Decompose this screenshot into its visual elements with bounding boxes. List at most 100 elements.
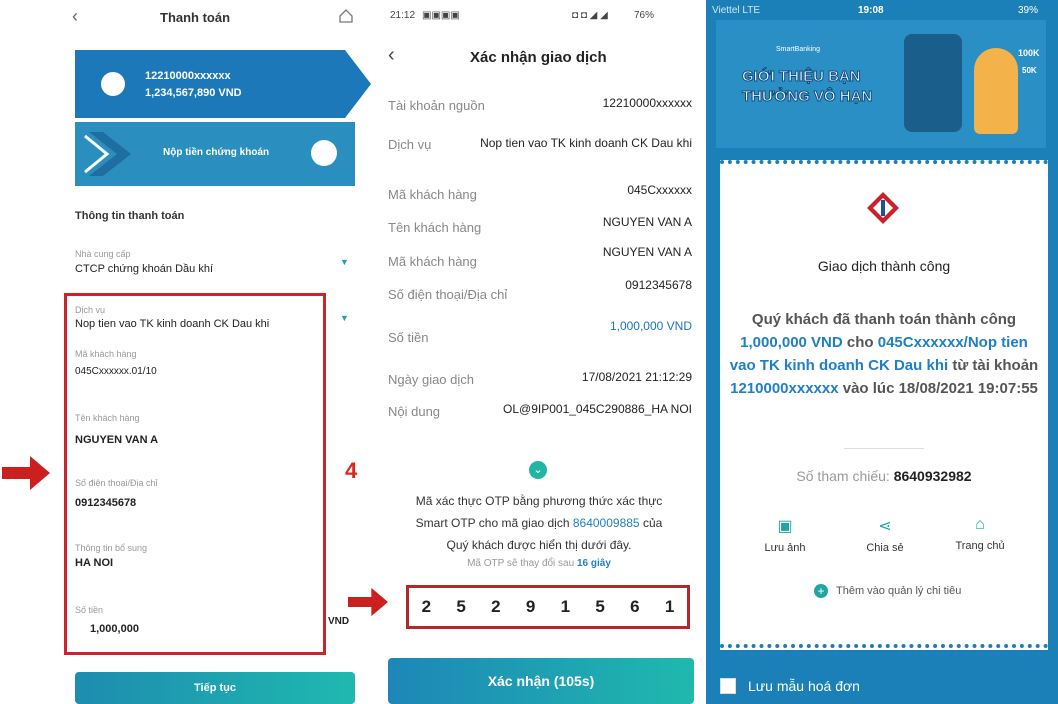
source-account-card[interactable]: 12210000xxxxxx 1,234,567,890 VND xyxy=(75,50,371,118)
user-icon xyxy=(101,72,125,96)
chevron-right-icon xyxy=(84,132,131,176)
row-label: Số tiền xyxy=(388,330,429,345)
save-image-button[interactable]: ▣ Lưu ảnh xyxy=(760,516,810,554)
chevron-down-icon: ▼ xyxy=(340,313,349,323)
back-button[interactable]: ‹ xyxy=(388,44,395,67)
otp-timer: Mã OTP sẽ thay đổi sau 16 giây xyxy=(467,558,611,569)
notification-icons: ▣▣▣▣ xyxy=(422,10,460,21)
phone-value: 0912345678 xyxy=(625,278,692,292)
otp-digit: 1 xyxy=(664,597,675,616)
otp-digit: 5 xyxy=(456,597,466,616)
customer-code-value: 045Cxxxxxx xyxy=(627,183,692,197)
chevron-down-icon[interactable]: ⌄ xyxy=(529,461,547,479)
source-account-value: 12210000xxxxxx xyxy=(602,96,692,110)
bank-logo-icon xyxy=(867,192,899,224)
row-label: Số điện thoại/Địa chỉ xyxy=(388,287,508,302)
customer-code-field[interactable]: 045Cxxxxxx.01/10 xyxy=(75,366,157,377)
person-illustration xyxy=(974,48,1018,134)
customer-name-value-2: NGUYEN VAN A xyxy=(602,245,692,259)
service-field-label: Dịch vụ xyxy=(75,305,106,315)
otp-digits: 2 5 2 9 1 5 6 1 xyxy=(406,585,690,629)
row-label: Nội dung xyxy=(388,404,441,419)
add-expense-link[interactable]: + Thêm vào quản lý chi tiêu xyxy=(814,584,961,598)
row-label: Tài khoản nguồn xyxy=(388,98,485,113)
extra-info-label: Thông tin bổ sung xyxy=(75,543,148,553)
otp-digit: 1 xyxy=(560,597,571,616)
image-icon: ▣ xyxy=(777,518,793,535)
status-time: 19:08 xyxy=(858,5,884,16)
share-icon: ⋖ xyxy=(878,518,892,535)
otp-digit: 5 xyxy=(595,597,605,616)
service-value: Nop tien vao TK kinh doanh CK Dau khi xyxy=(480,136,692,150)
signal-icons: ◘ ◘ ◢ ◢ xyxy=(572,10,608,21)
save-template-row[interactable]: Lưu mẫu hoá đơn xyxy=(706,668,1058,704)
chevron-down-icon: ▼ xyxy=(340,257,349,267)
reference: Số tham chiếu: 8640932982 xyxy=(796,468,972,484)
otp-digit: 2 xyxy=(421,597,432,616)
battery-level: 39% xyxy=(1018,5,1039,16)
service-label: Nộp tiền chứng khoán xyxy=(163,147,270,158)
home-button[interactable]: ⌂ Trang chủ xyxy=(950,516,1010,552)
account-number: 12210000xxxxxx xyxy=(145,70,231,82)
success-message: Quý khách đã thanh toán thành công 1,000… xyxy=(729,311,1039,397)
reward-badge: 50K xyxy=(1022,66,1037,75)
battery-level: 76% xyxy=(634,10,655,21)
service-select[interactable]: Nop tien vao TK kinh doanh CK Dau khi xyxy=(75,318,323,330)
status-time: 21:12 xyxy=(390,10,416,21)
otp-digit: 6 xyxy=(630,597,640,616)
otp-digit: 2 xyxy=(491,597,501,616)
save-template-label: Lưu mẫu hoá đơn xyxy=(748,678,860,694)
paid-time: 18/08/2021 19:07:55 xyxy=(898,380,1038,397)
home-icon[interactable] xyxy=(338,8,354,24)
banner-line-1: GIỚI THIỆU BẠN xyxy=(742,68,862,86)
otp-digit: 9 xyxy=(525,597,536,616)
section-title: Thông tin thanh toán xyxy=(75,210,185,222)
otp-countdown: 16 giây xyxy=(576,558,611,569)
home-icon: ⌂ xyxy=(975,516,985,533)
amount-label: Số tiền xyxy=(75,605,104,615)
paid-amount: 1,000,000 VND xyxy=(740,334,843,351)
back-button[interactable]: ‹ xyxy=(72,6,78,27)
provider-select[interactable]: CTCP chứng khoán Dầu khí xyxy=(75,263,213,275)
perforation xyxy=(720,644,1048,648)
extra-info-field[interactable]: HA NOI xyxy=(75,557,113,569)
amount-field[interactable]: 1,000,000 xyxy=(90,623,139,635)
share-button[interactable]: ⋖ Chia sẻ xyxy=(860,516,910,554)
confirm-button[interactable]: Xác nhận (105s) xyxy=(388,658,694,704)
content-value: OL@9IP001_045C290886_HA NOI xyxy=(503,402,692,416)
page-title: Xác nhận giao dịch xyxy=(470,49,607,66)
otp-message: Mã xác thực OTP bằng phương thức xác thự… xyxy=(374,490,704,556)
continue-button[interactable]: Tiếp tục xyxy=(75,672,355,704)
service-card[interactable]: Nộp tiền chứng khoán xyxy=(75,122,355,186)
row-label: Ngày giao dịch xyxy=(388,372,474,387)
customer-name-field[interactable]: NGUYEN VAN A xyxy=(75,434,158,446)
perforation xyxy=(720,160,1048,164)
account-balance: 1,234,567,890 VND xyxy=(145,87,242,99)
divider xyxy=(844,448,924,449)
currency-unit: VND xyxy=(328,616,350,627)
otp-line-2: Smart OTP cho mã giao dịch 8640009885 củ… xyxy=(415,516,663,530)
checkbox[interactable] xyxy=(720,678,736,694)
row-label: Dịch vụ xyxy=(388,137,432,152)
reward-badge: 100K xyxy=(1018,48,1040,58)
phone-label: Số điện thoại/Địa chỉ xyxy=(75,478,158,488)
page-title: Thanh toán xyxy=(160,10,231,25)
carrier: Viettel LTE xyxy=(712,5,760,16)
row-label: Tên khách hàng xyxy=(388,220,482,235)
customer-name-label: Tên khách hàng xyxy=(75,413,140,423)
promo-banner[interactable]: SmartBanking GIỚI THIỆU BẠN THƯỞNG VÔ HẠ… xyxy=(716,20,1046,148)
phone-field[interactable]: 0912345678 xyxy=(75,497,136,509)
plus-icon: + xyxy=(814,584,828,598)
row-label: Mã khách hàng xyxy=(388,187,477,202)
success-title: Giao dịch thành công xyxy=(817,258,951,274)
customer-code-label: Mã khách hàng xyxy=(75,349,137,359)
row-label: Mã khách hàng xyxy=(388,254,477,269)
arrow-right-icon xyxy=(348,587,388,617)
arrow-right-icon xyxy=(2,456,50,490)
otp-line-1: Mã xác thực OTP bằng phương thức xác thự… xyxy=(415,494,663,508)
banner-brand: SmartBanking xyxy=(776,46,820,53)
amount-value: 1,000,000 VND xyxy=(609,319,692,333)
step-number: 4 xyxy=(345,458,358,483)
reference-number: 8640932982 xyxy=(893,468,972,484)
banner-line-2: THƯỞNG VÔ HẠN xyxy=(741,88,873,106)
